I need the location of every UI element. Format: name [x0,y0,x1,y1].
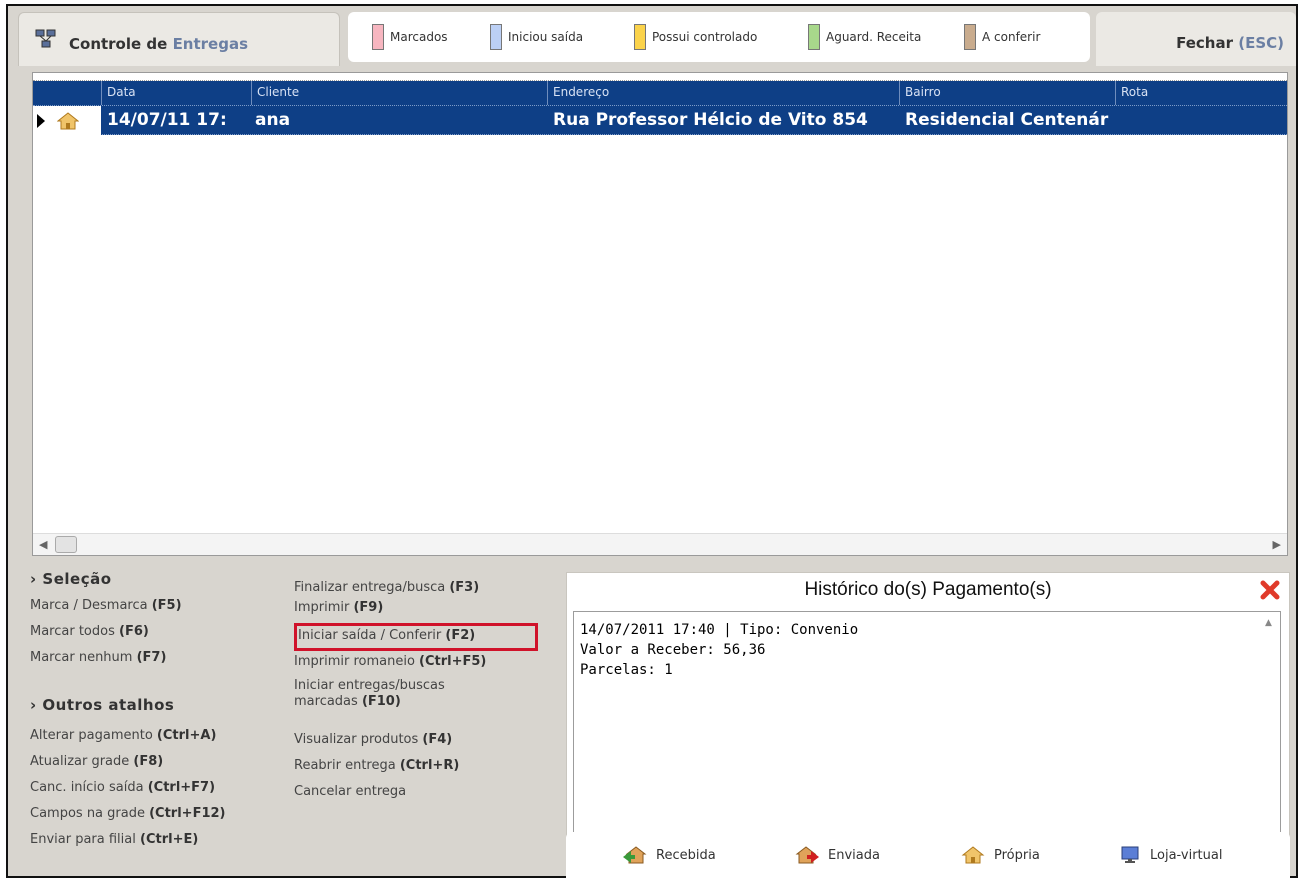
legend-aguard-receita: Aguard. Receita [808,24,921,50]
tab-loja-virtual[interactable]: Loja-virtual [1120,846,1222,864]
legend-label: A conferir [982,30,1041,44]
close-label: Fechar [1176,34,1233,52]
cell-data: 14/07/11 17: [107,110,227,130]
title-tab: Controle de Entregas [18,12,340,66]
close-area: Fechar (ESC) [1096,12,1296,66]
page-title: Controle de Entregas [69,35,248,53]
tab-recebida[interactable]: Recebida [622,846,716,864]
cell-cliente: ana [255,110,291,130]
cell-bairro: Residencial Centenár [905,110,1109,130]
column-header-endereco[interactable]: Endereço [553,85,609,99]
shortcut-alterar-pagamento[interactable]: Alterar pagamento (Ctrl+A) [30,728,216,744]
house-icon [961,846,985,864]
shortcut-campos-na-grade[interactable]: Campos na grade (Ctrl+F12) [30,806,225,822]
outros-atalhos-heading: › Outros atalhos [30,696,175,714]
window-frame: Controle de Entregas Marcados Iniciou sa… [6,4,1298,880]
shortcut-iniciar-entregas-marcadas[interactable]: Iniciar entregas/buscas marcadas (F10) [294,678,445,710]
legend-swatch [964,24,976,50]
shortcut-canc-inicio-saida[interactable]: Canc. início saída (Ctrl+F7) [30,780,215,796]
network-icon [35,29,56,48]
scroll-up-icon[interactable]: ▲ [1265,618,1272,628]
close-icon[interactable] [1259,579,1281,601]
legend-swatch [490,24,502,50]
title-light: Entregas [172,35,249,53]
shortcut-finalizar-entrega[interactable]: Finalizar entrega/busca (F3) [294,580,479,596]
legend-possui-controlado: Possui controlado [634,24,757,50]
scroll-thumb[interactable] [55,536,77,553]
column-header-data[interactable]: Data [107,85,136,99]
shortcut-marcar-todos[interactable]: Marcar todos (F6) [30,624,149,640]
deliveries-grid[interactable]: Data Cliente Endereço Bairro Rota 14/07/… [32,72,1288,556]
shortcut-atualizar-grade[interactable]: Atualizar grade (F8) [30,754,163,770]
title-bold: Controle de [69,35,168,53]
delivery-type-tabs: Recebida Enviada Própria Loja-virtual [566,832,1290,880]
horizontal-scrollbar[interactable]: ◀ ▶ [33,533,1287,555]
tab-label: Recebida [656,847,716,863]
shortcut-imprimir[interactable]: Imprimir (F9) [294,600,383,616]
shortcut-imprimir-romaneio[interactable]: Imprimir romaneio (Ctrl+F5) [294,654,486,670]
tab-label: Loja-virtual [1150,847,1223,863]
house-icon [57,112,79,130]
legend-label: Possui controlado [652,30,758,44]
shortcut-reabrir-entrega[interactable]: Reabrir entrega (Ctrl+R) [294,758,459,774]
close-button[interactable]: Fechar (ESC) [1176,34,1284,52]
column-header-cliente[interactable]: Cliente [257,85,299,99]
legend-label: Iniciou saída [508,30,584,44]
shortcut-marcar-nenhum[interactable]: Marcar nenhum (F7) [30,650,166,666]
scroll-left-icon[interactable]: ◀ [39,538,47,551]
row-indicator [33,106,47,136]
tab-propria[interactable]: Própria [960,846,1040,864]
house-arrow-in-icon [623,846,647,864]
shortcut-visualizar-produtos[interactable]: Visualizar produtos (F4) [294,732,452,748]
status-legend: Marcados Iniciou saída Possui controlado… [348,12,1090,62]
header-bar: Controle de Entregas Marcados Iniciou sa… [8,6,1296,68]
grid-header: Data Cliente Endereço Bairro Rota [33,81,1287,105]
current-row-arrow-icon [37,114,45,128]
legend-iniciou-saida: Iniciou saída [490,24,583,50]
shortcut-cancelar-entrega[interactable]: Cancelar entrega [294,784,406,800]
legend-a-conferir: A conferir [964,24,1040,50]
payment-history-panel: Histórico do(s) Pagamento(s) 14/07/2011 … [566,572,1290,859]
selecao-heading: › Seleção [30,570,112,588]
grid-group-bar [33,73,1287,81]
column-header-bairro[interactable]: Bairro [905,85,941,99]
highlight-box [294,623,538,651]
history-title: Histórico do(s) Pagamento(s) [804,579,1052,600]
legend-label: Aguard. Receita [826,30,922,44]
legend-swatch [634,24,646,50]
legend-swatch [808,24,820,50]
house-arrow-out-icon [795,846,819,864]
legend-label: Marcados [390,30,448,44]
shortcut-enviar-filial[interactable]: Enviar para filial (Ctrl+E) [30,832,198,848]
scroll-right-icon[interactable]: ▶ [1273,538,1281,551]
legend-swatch [372,24,384,50]
tab-label: Própria [994,847,1040,863]
cell-endereco: Rua Professor Hélcio de Vito 854 [553,110,868,130]
close-key: (ESC) [1238,34,1284,52]
row-type-cell [47,106,101,136]
tab-label: Enviada [828,847,880,863]
monitor-icon [1121,846,1139,863]
shortcut-marca-desmarca[interactable]: Marca / Desmarca (F5) [30,598,182,614]
history-textarea[interactable]: 14/07/2011 17:40 | Tipo: Convenio Valor a… [573,611,1281,859]
vertical-scrollbar[interactable]: ▲ ▼ [1260,612,1280,858]
history-text: 14/07/2011 17:40 | Tipo: Convenio Valor a… [580,622,859,678]
column-header-rota[interactable]: Rota [1121,85,1148,99]
legend-marcados: Marcados [372,24,448,50]
table-row[interactable]: 14/07/11 17: ana Rua Professor Hélcio de… [33,105,1287,136]
tab-enviada[interactable]: Enviada [794,846,880,864]
